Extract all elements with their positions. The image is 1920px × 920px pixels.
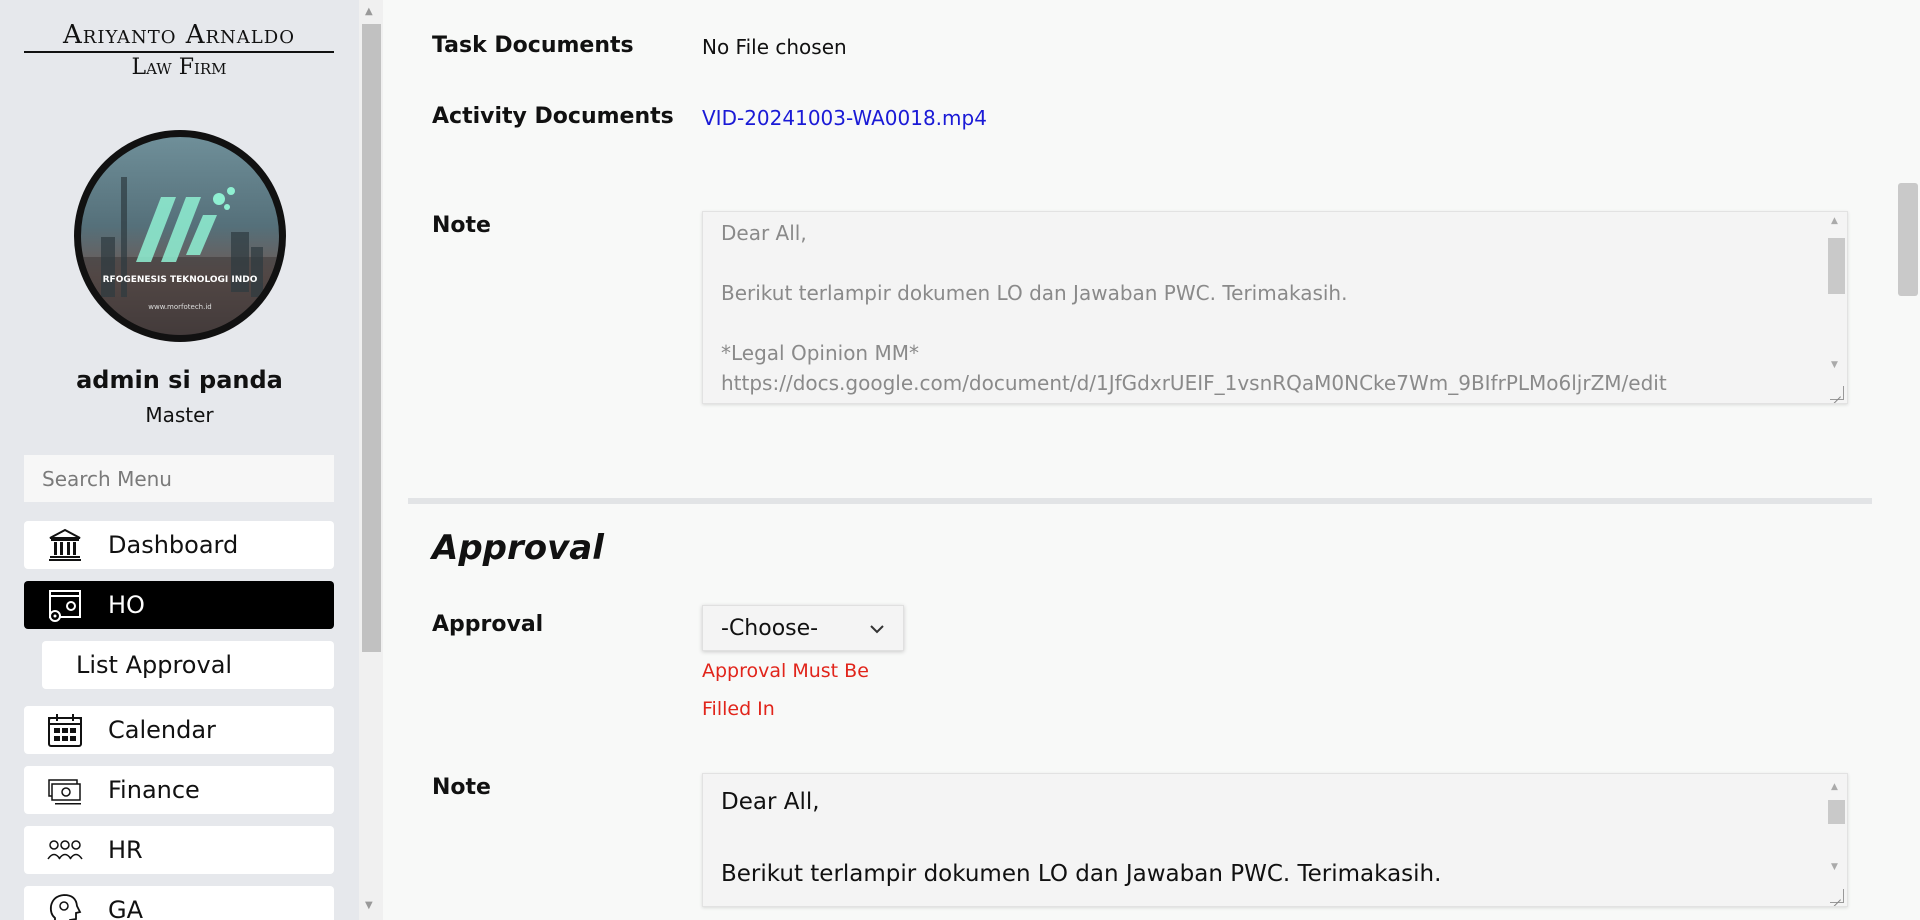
activity-documents-label: Activity Documents <box>432 104 674 129</box>
sidebar-item-label: Calendar <box>108 716 216 744</box>
approval-error-text-2: Filled In <box>702 698 775 720</box>
calendar-icon <box>46 711 84 749</box>
sidebar-item-label: HO <box>108 591 145 619</box>
sidebar-item-label: List Approval <box>76 651 233 679</box>
approval-select[interactable]: -Choose- <box>702 605 904 651</box>
page-scrollbar-thumb[interactable] <box>1898 183 1918 296</box>
sidebar-item-ga[interactable]: GA <box>24 886 334 920</box>
approval-note-label: Note <box>432 775 491 800</box>
sidebar-item-finance[interactable]: Finance <box>24 766 334 814</box>
approval-note-textarea[interactable]: Dear All, Berikut terlampir dokumen LO d… <box>702 773 1848 907</box>
main-content: Task Documents No File chosen Activity D… <box>383 0 1920 920</box>
sidebar-scrollbar-thumb[interactable] <box>362 24 381 652</box>
sidebar-item-ho[interactable]: HO <box>24 581 334 629</box>
sidebar-item-calendar[interactable]: Calendar <box>24 706 334 754</box>
people-icon <box>46 831 84 869</box>
page-scrollbar[interactable] <box>1897 0 1920 920</box>
avatar-image: RFOGENESIS TEKNOLOGI INDO www.morfotech.… <box>81 177 279 335</box>
user-role: Master <box>145 403 214 427</box>
sidebar-scroll-up-icon[interactable]: ▲ <box>365 6 373 17</box>
resize-grip-icon[interactable] <box>1830 889 1844 903</box>
sidebar-item-list-approval[interactable]: List Approval <box>42 641 334 689</box>
logo-subtitle: Law Firm <box>131 55 227 80</box>
sidebar-item-label: HR <box>108 836 143 864</box>
money-icon <box>46 771 84 809</box>
approval-section-title: Approval <box>432 528 604 568</box>
chevron-down-icon <box>869 618 885 643</box>
user-name: admin si panda <box>76 366 283 394</box>
note-readonly-scrollbar[interactable]: ▲ ▼ <box>1825 212 1847 403</box>
task-documents-value: No File chosen <box>702 35 847 59</box>
sidebar: Ariyanto Arnaldo Law Firm RFOGENESIS TEK… <box>0 0 359 920</box>
sidebar-item-label: Dashboard <box>108 531 239 559</box>
sidebar-item-dashboard[interactable]: Dashboard <box>24 521 334 569</box>
note-readonly-text: Dear All, Berikut terlampir dokumen LO d… <box>721 221 1667 395</box>
approval-note-text: Dear All, Berikut terlampir dokumen LO d… <box>721 789 1442 887</box>
section-divider <box>408 498 1872 504</box>
sidebar-item-label: GA <box>108 896 144 920</box>
head-gear-icon <box>46 891 84 920</box>
note-readonly-textarea[interactable]: Dear All, Berikut terlampir dokumen LO d… <box>702 211 1848 404</box>
svg-text:RFOGENESIS TEKNOLOGI INDO: RFOGENESIS TEKNOLOGI INDO <box>103 275 258 285</box>
sidebar-scroll-down-icon[interactable]: ▼ <box>365 900 373 911</box>
bank-icon <box>46 526 84 564</box>
logo-rule <box>24 51 334 53</box>
resize-grip-icon[interactable] <box>1830 386 1844 400</box>
sidebar-item-hr[interactable]: HR <box>24 826 334 874</box>
avatar: RFOGENESIS TEKNOLOGI INDO www.morfotech.… <box>74 130 286 342</box>
search-menu-input[interactable] <box>24 455 334 502</box>
svg-text:www.morfotech.id: www.morfotech.id <box>148 303 211 311</box>
approval-error-text: Approval Must Be <box>702 660 869 682</box>
note-label: Note <box>432 213 491 238</box>
activity-document-link[interactable]: VID-20241003-WA0018.mp4 <box>702 106 987 130</box>
approval-select-value: -Choose- <box>721 615 819 641</box>
approval-label: Approval <box>432 612 544 637</box>
web-settings-icon <box>46 586 84 624</box>
sidebar-item-label: Finance <box>108 776 200 804</box>
task-documents-label: Task Documents <box>432 33 634 58</box>
logo-title: Ariyanto Arnaldo <box>63 20 295 50</box>
firm-logo: Ariyanto Arnaldo Law Firm <box>24 20 334 81</box>
approval-note-scrollbar[interactable]: ▲ ▼ <box>1825 774 1847 906</box>
